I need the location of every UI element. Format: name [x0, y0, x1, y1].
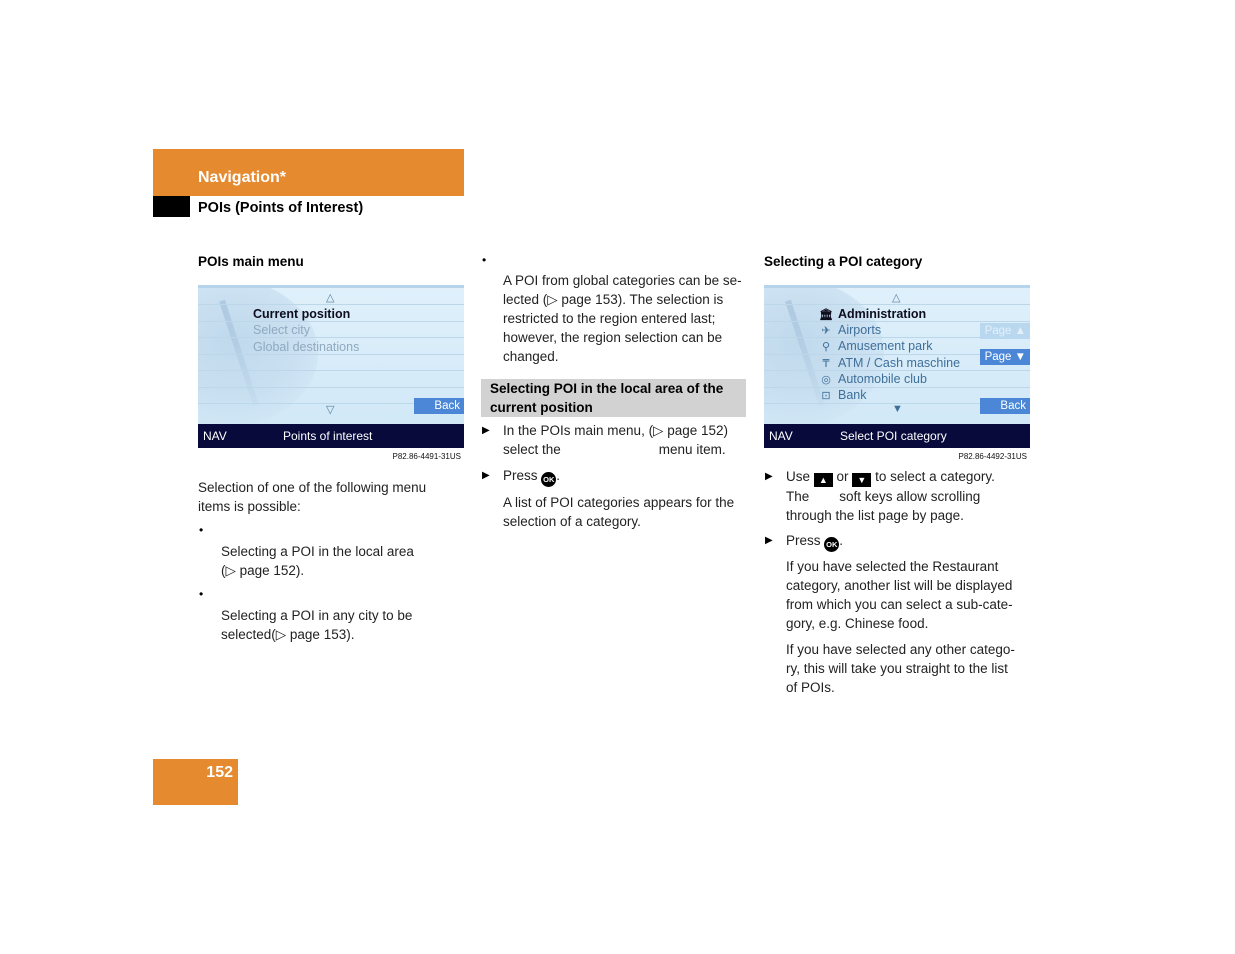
atm-icon: ₸	[822, 358, 830, 370]
scroll-up-icon[interactable]: △	[326, 291, 334, 304]
menu-item-global-destinations[interactable]: Global destinations	[253, 340, 359, 354]
status-title: Points of interest	[283, 429, 373, 443]
bullet-marker: •	[199, 523, 204, 537]
step-arrow-icon: ▶	[482, 470, 490, 481]
up-key-icon: ▲	[813, 473, 833, 487]
page-reference-link[interactable]: (▷ page 152).	[221, 561, 414, 580]
status-bar: NAV Select POI category	[764, 424, 1030, 448]
section-title: POIs (Points of Interest)	[198, 200, 364, 216]
scroll-down-icon[interactable]: ▽	[326, 403, 334, 416]
status-title: Select POI category	[840, 429, 947, 443]
bullet-text-global: A POI from global categories can be se- …	[503, 273, 742, 364]
heading-pois-main-menu: POIs main menu	[198, 254, 304, 269]
subsection-heading: Selecting POI in the local area of the c…	[490, 381, 724, 415]
ok-button-icon: OK	[824, 537, 840, 552]
heading-selecting-poi-category: Selecting a POI category	[764, 254, 923, 269]
menu-item-current-position[interactable]: Current position	[253, 307, 350, 321]
back-softkey[interactable]: Back	[414, 398, 464, 414]
step-use-keys-text: Use ▲ or ▼ to select a category. The soft…	[786, 469, 995, 523]
automobile-club-icon: ◎	[821, 374, 831, 386]
bank-icon: ⊡	[821, 390, 831, 402]
down-key-icon: ▼	[852, 473, 872, 487]
bullet-marker: •	[199, 587, 204, 601]
page-number: 152	[206, 764, 233, 781]
chapter-title: Navigation*	[198, 169, 287, 186]
step-press-ok-text: Press OK.	[786, 531, 843, 552]
screen-select-poi-category: △ 🏛 Administration ✈ Airports ⚲ Amusement p…	[764, 285, 1030, 448]
step-arrow-icon: ▶	[765, 535, 773, 546]
page-up-softkey[interactable]: Page ▲	[980, 323, 1030, 339]
page-reference-link[interactable]: selected(▷ page 153).	[221, 625, 412, 644]
status-nav-label: NAV	[203, 429, 227, 443]
menu-item-select-city[interactable]: Select city	[253, 323, 310, 337]
category-automobile-club[interactable]: ◎ Automobile club	[818, 372, 927, 386]
screen-pois-main-menu: △ Current position Select city Global de…	[198, 285, 464, 448]
category-atm[interactable]: ₸ ATM / Cash maschine	[818, 356, 961, 370]
step-1-text: In the POIs main menu, (▷ page 152) sele…	[503, 423, 728, 457]
scroll-up-icon[interactable]: △	[892, 291, 900, 304]
bullet-marker: •	[482, 253, 487, 267]
restaurant-note: If you have selected the Restaurant cate…	[786, 559, 1013, 631]
status-nav-label: NAV	[769, 429, 793, 443]
administration-icon: 🏛	[819, 309, 833, 321]
bullet-text-local-area: Selecting a POI in the local area (▷ pag…	[221, 544, 414, 580]
step-2-text: Press OK.	[503, 466, 560, 487]
category-administration[interactable]: 🏛 Administration	[818, 307, 926, 321]
step-arrow-icon: ▶	[765, 471, 773, 482]
amusement-park-icon: ⚲	[821, 341, 831, 353]
result-text: A list of POI categories appears for the…	[503, 495, 735, 529]
airport-icon: ✈	[821, 325, 831, 337]
back-softkey[interactable]: Back	[980, 398, 1030, 414]
figure-caption: P82.86-4492-31US	[958, 452, 1028, 461]
section-marker	[153, 196, 190, 217]
other-category-note: If you have selected any other catego- r…	[786, 642, 1015, 695]
status-bar: NAV Points of interest	[198, 424, 464, 448]
scroll-down-icon[interactable]: ▼	[892, 403, 903, 415]
category-amusement-park[interactable]: ⚲ Amusement park	[818, 339, 933, 353]
category-airports[interactable]: ✈ Airports	[818, 323, 881, 337]
category-bank[interactable]: ⊡ Bank	[818, 388, 866, 402]
bullet-text-select-city: Selecting a POI in any city to be select…	[221, 608, 413, 644]
page-down-softkey[interactable]: Page ▼	[980, 349, 1030, 365]
step-arrow-icon: ▶	[482, 425, 490, 436]
ok-button-icon: OK	[541, 472, 557, 487]
figure-caption: P82.86-4491-31US	[392, 452, 462, 461]
intro-text: Selection of one of the following menu i…	[198, 480, 427, 514]
